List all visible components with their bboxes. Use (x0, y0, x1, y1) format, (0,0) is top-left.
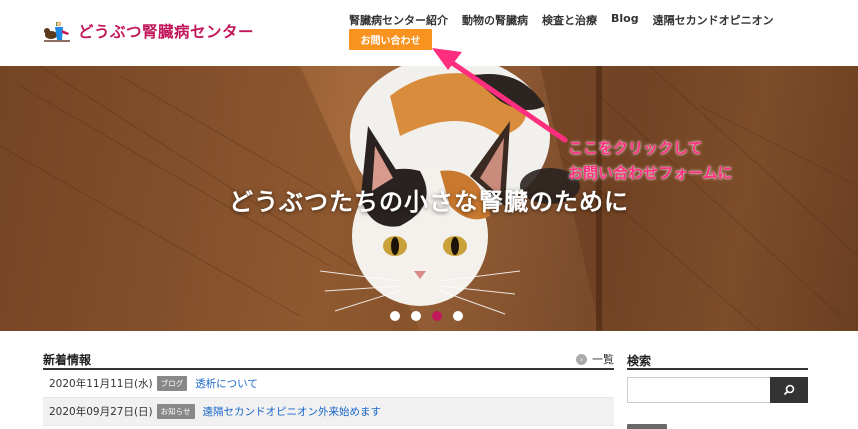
search-widget: 検索 (627, 352, 808, 403)
news-title: 新着情報 (43, 352, 92, 367)
nav-item-blog[interactable]: Blog (611, 12, 639, 28)
news-category-badge: ブログ (156, 376, 188, 391)
nav-item-about[interactable]: 腎臓病センター紹介 (349, 12, 448, 28)
nav-item-kidney-disease[interactable]: 動物の腎臓病 (462, 12, 528, 28)
news-item: 2020年11月11日(水) ブログ 透析について (43, 370, 614, 398)
news-section: 新着情報 › 一覧 2020年11月11日(水) ブログ 透析について 2020… (43, 352, 614, 426)
nav-item-second-opinion[interactable]: 遠隔セカンドオピニオン (653, 12, 774, 28)
nav-item-tests-treatment[interactable]: 検査と治療 (542, 12, 597, 28)
search-box (627, 377, 808, 403)
chevron-right-circle-icon: › (576, 353, 587, 365)
search-title: 検索 (627, 352, 808, 370)
hero-slider: どうぶつたちの小さな腎臓のために ここをクリックして お問い合わせフォームに (0, 66, 858, 331)
news-link[interactable]: 透析について (195, 376, 258, 391)
news-link[interactable]: 遠隔セカンドオピニオン外来始めます (203, 404, 382, 419)
annotation-text: ここをクリックして お問い合わせフォームに (568, 136, 733, 186)
site-logo[interactable]: どうぶつ腎臓病センター (42, 18, 254, 44)
news-category-badge: お知らせ (156, 404, 195, 419)
search-input[interactable] (627, 377, 770, 403)
slider-dot-3[interactable] (432, 311, 442, 321)
news-item: 2020年09月27日(日) お知らせ 遠隔セカンドオピニオン外来始めます (43, 398, 614, 426)
news-header: 新着情報 › 一覧 (43, 352, 614, 370)
main-nav: 腎臓病センター紹介 動物の腎臓病 検査と治療 Blog 遠隔セカンドオピニオン (349, 12, 774, 28)
logo-text: どうぶつ腎臓病センター (78, 23, 255, 41)
slider-dot-4[interactable] (453, 311, 463, 321)
search-button[interactable] (770, 377, 808, 403)
slider-dots (390, 311, 463, 321)
search-icon (783, 384, 795, 396)
annotation-line: お問い合わせフォームに (568, 164, 733, 182)
annotation-line: ここをクリックして (568, 139, 703, 157)
hero-title: どうぶつたちの小さな腎臓のために (229, 188, 629, 216)
slider-dot-2[interactable] (411, 311, 421, 321)
pets-logo-icon (44, 21, 70, 42)
news-more-label: 一覧 (592, 353, 614, 366)
slider-dot-1[interactable] (390, 311, 400, 321)
news-date: 2020年09月27日(日) (49, 406, 153, 418)
next-widget-title-cutoff (627, 421, 687, 429)
site-header: どうぶつ腎臓病センター 腎臓病センター紹介 動物の腎臓病 検査と治療 Blog … (0, 0, 858, 66)
contact-button[interactable]: お問い合わせ (349, 29, 432, 50)
news-more-link[interactable]: › 一覧 (576, 351, 614, 367)
news-date: 2020年11月11日(水) (49, 378, 153, 390)
